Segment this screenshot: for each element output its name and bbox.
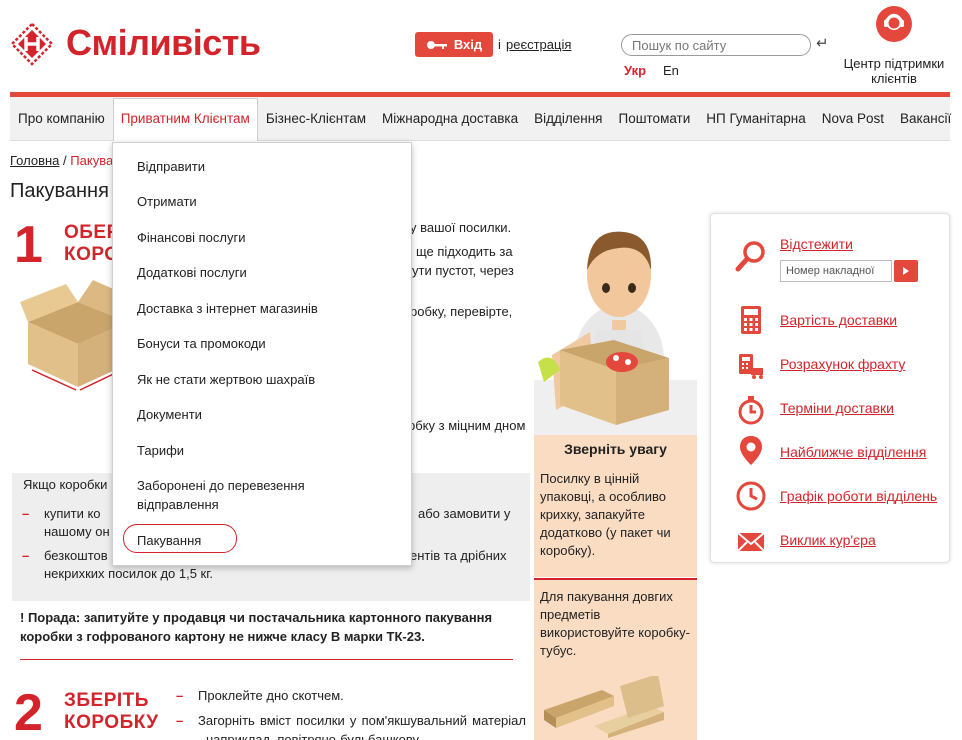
long-items-text: Для пакування довгих предметів використо… [540,589,690,658]
step-2-list: – Проклейте дно скотчем. – Загорніть вміст… [176,686,526,740]
support-icon[interactable] [876,6,912,42]
branch-schedule-link[interactable]: Графік роботи відділень [780,488,937,504]
box-option-free-line2: некрихких посилок до 1,5 кг. [44,566,214,581]
calculator-icon [741,306,761,334]
breadcrumb: Головна / Пакува [10,153,113,168]
attention-box: Зверніть увагу Посилку в цінній упаковці… [534,435,697,577]
quick-services-panel: Відстежити Вартість доставки Розрахунок … [710,213,950,563]
delivery-terms-link[interactable]: Терміни доставки [780,400,894,416]
box-option-free-right: ентів та дрібних [410,548,507,563]
nav-item-business-clients[interactable]: Бізнес-Клієнтам [258,97,374,141]
search-input[interactable] [621,34,811,56]
freight-icon [739,354,763,379]
menu-item-packaging[interactable]: Пакування [137,531,387,550]
attention-text: Посилку в цінній упаковці, а особливо кр… [540,471,671,558]
lang-en[interactable]: En [663,63,679,78]
breadcrumb-home[interactable]: Головна [10,153,59,168]
box-option-buy-right: або замовити у [418,506,511,521]
support-center-link[interactable]: Центр підтримки клієнтів [834,56,954,86]
menu-item-fraud[interactable]: Як не стати жертвою шахраїв [137,370,387,389]
track-link[interactable]: Відстежити [780,236,853,252]
register-link[interactable]: реєстрація [506,37,571,52]
box-options-intro: Якщо коробки [23,477,108,492]
box-option-free: – безкоштов [22,548,108,563]
logo-text[interactable]: Сміливість [66,22,261,64]
section-divider [20,659,513,660]
nav-item-postomats[interactable]: Поштомати [610,97,698,141]
breadcrumb-current: Пакува [70,153,114,168]
step-1-text-1: у вашої посилки. [410,220,512,235]
stopwatch-icon [738,396,764,425]
login-label: Вхід [453,37,483,52]
menu-item-receive[interactable]: Отримати [137,192,387,211]
nearest-branch-link[interactable]: Найближче відділення [780,444,926,460]
login-or-text: і [498,37,501,52]
packing-boy-illustration [534,210,697,435]
page-title: Пакування [10,180,109,202]
key-icon [426,40,447,49]
menu-item-financial[interactable]: Фінансові послуги [137,228,387,247]
step-2-number: 2 [14,684,43,740]
menu-item-prohibited[interactable]: Заборонені до перевезення відправлення [137,476,337,514]
menu-item-online-shops[interactable]: Доставка з інтернет магазинів [137,299,387,318]
search-icon [735,241,765,272]
nav-item-about[interactable]: Про компанію [10,97,113,141]
step-1-text-2: ще підходить за [416,244,513,259]
private-clients-dropdown: Відправити Отримати Фінансові послуги До… [112,142,412,566]
play-icon [903,267,909,275]
logo-icon[interactable] [10,22,54,66]
step-2-bullet-1: – Проклейте дно скотчем. [176,688,344,703]
step-2-title-line1: ЗБЕРІТЬ [64,690,149,711]
nav-item-branches[interactable]: Відділення [526,97,610,141]
courier-call-link[interactable]: Виклик кур'єра [780,532,876,548]
envelope-icon [737,532,765,552]
nav-item-private-clients[interactable]: Приватним Клієнтам [112,97,258,141]
tube-box-illustration [544,676,664,738]
delivery-cost-link[interactable]: Вартість доставки [780,312,897,328]
step-2-bullet-2: – Загорніть вміст посилки у пом'якшувальн… [176,713,526,740]
menu-item-documents[interactable]: Документи [137,405,387,424]
track-submit-button[interactable] [894,260,918,282]
enter-icon[interactable]: ↵ [816,34,829,52]
attention-title: Зверніть увагу [564,441,667,457]
step-1-text-5: рбку з міцним дном [408,418,526,433]
step-1-text-4: робку, перевірте, [410,304,513,319]
tracking-number-input[interactable] [780,260,892,282]
location-pin-icon [740,436,762,465]
nav-item-humanitarian[interactable]: НП Гуманітарна [698,97,813,141]
lang-ukr[interactable]: Укр [624,63,646,78]
menu-item-tariffs[interactable]: Тарифи [137,441,387,460]
clock-icon [736,481,766,511]
tip-text: ! Порада: запитуйте у продавця чи постач… [20,610,493,644]
nav-item-vacancies[interactable]: Вакансії [892,97,959,141]
step-2-title-line2: КОРОБКУ [64,712,159,733]
nav-item-international[interactable]: Міжнародна доставка [374,97,526,141]
nav-item-nova-post[interactable]: Nova Post [814,97,892,141]
freight-calc-link[interactable]: Розрахунок фрахту [780,356,905,372]
breadcrumb-separator: / [63,153,67,168]
menu-item-additional[interactable]: Додаткові послуги [137,263,387,282]
box-option-buy: – купити ко [22,506,101,521]
menu-item-send[interactable]: Відправити [137,157,387,176]
main-nav: Про компанію Приватним Клієнтам Бізнес-К… [10,97,951,141]
step-1-text-3: ути пустот, через [412,263,514,278]
box-option-buy-line2: нашому он [44,524,110,539]
long-items-box: Для пакування довгих предметів використо… [534,578,697,740]
login-button[interactable]: Вхід [415,32,493,57]
menu-item-bonuses[interactable]: Бонуси та промокоди [137,334,387,353]
step-1-number: 1 [14,216,43,274]
